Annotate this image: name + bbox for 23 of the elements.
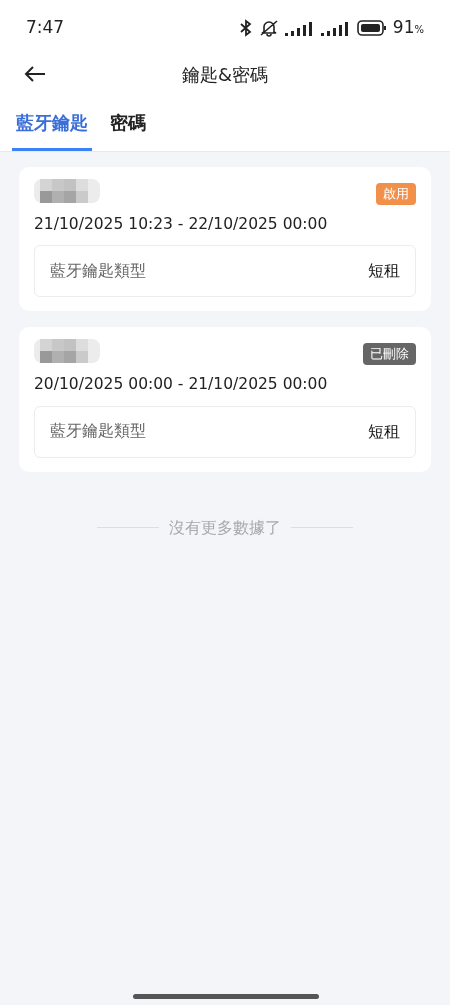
tab[interactable]: 藍牙鑰匙 [12,109,92,151]
redacted-name-drawing [34,339,100,364]
key-type-value: 短租 [368,260,400,283]
signal-icon [320,19,351,37]
status-badge: 已刪除 [363,343,416,365]
key-type-value: 短租 [368,420,400,443]
key-type-label: 藍牙鑰匙類型 [50,260,146,282]
key-type-label: 藍牙鑰匙類型 [50,420,146,442]
validity-period: 21/10/2025 10:23 - 22/10/2025 00:00 [34,214,329,235]
no-more-data-text: 沒有更多數據了 [169,516,281,539]
status-badge: 啟用 [376,183,416,205]
signal-icon [284,19,315,37]
redacted-name-drawing [34,179,100,203]
page-title: 鑰匙&密碼 [181,62,268,87]
battery-level: 91 [392,16,415,40]
bluetooth-icon [238,19,253,37]
back-arrow-icon [24,66,46,82]
validity-period: 20/10/2025 00:00 - 21/10/2025 00:00 [34,374,329,396]
tab[interactable]: 密碼 [106,109,150,151]
muted-bell-icon [258,19,279,37]
battery-unit: % [414,23,424,38]
battery-icon [356,20,387,36]
status-time: 7:47 [26,16,65,40]
